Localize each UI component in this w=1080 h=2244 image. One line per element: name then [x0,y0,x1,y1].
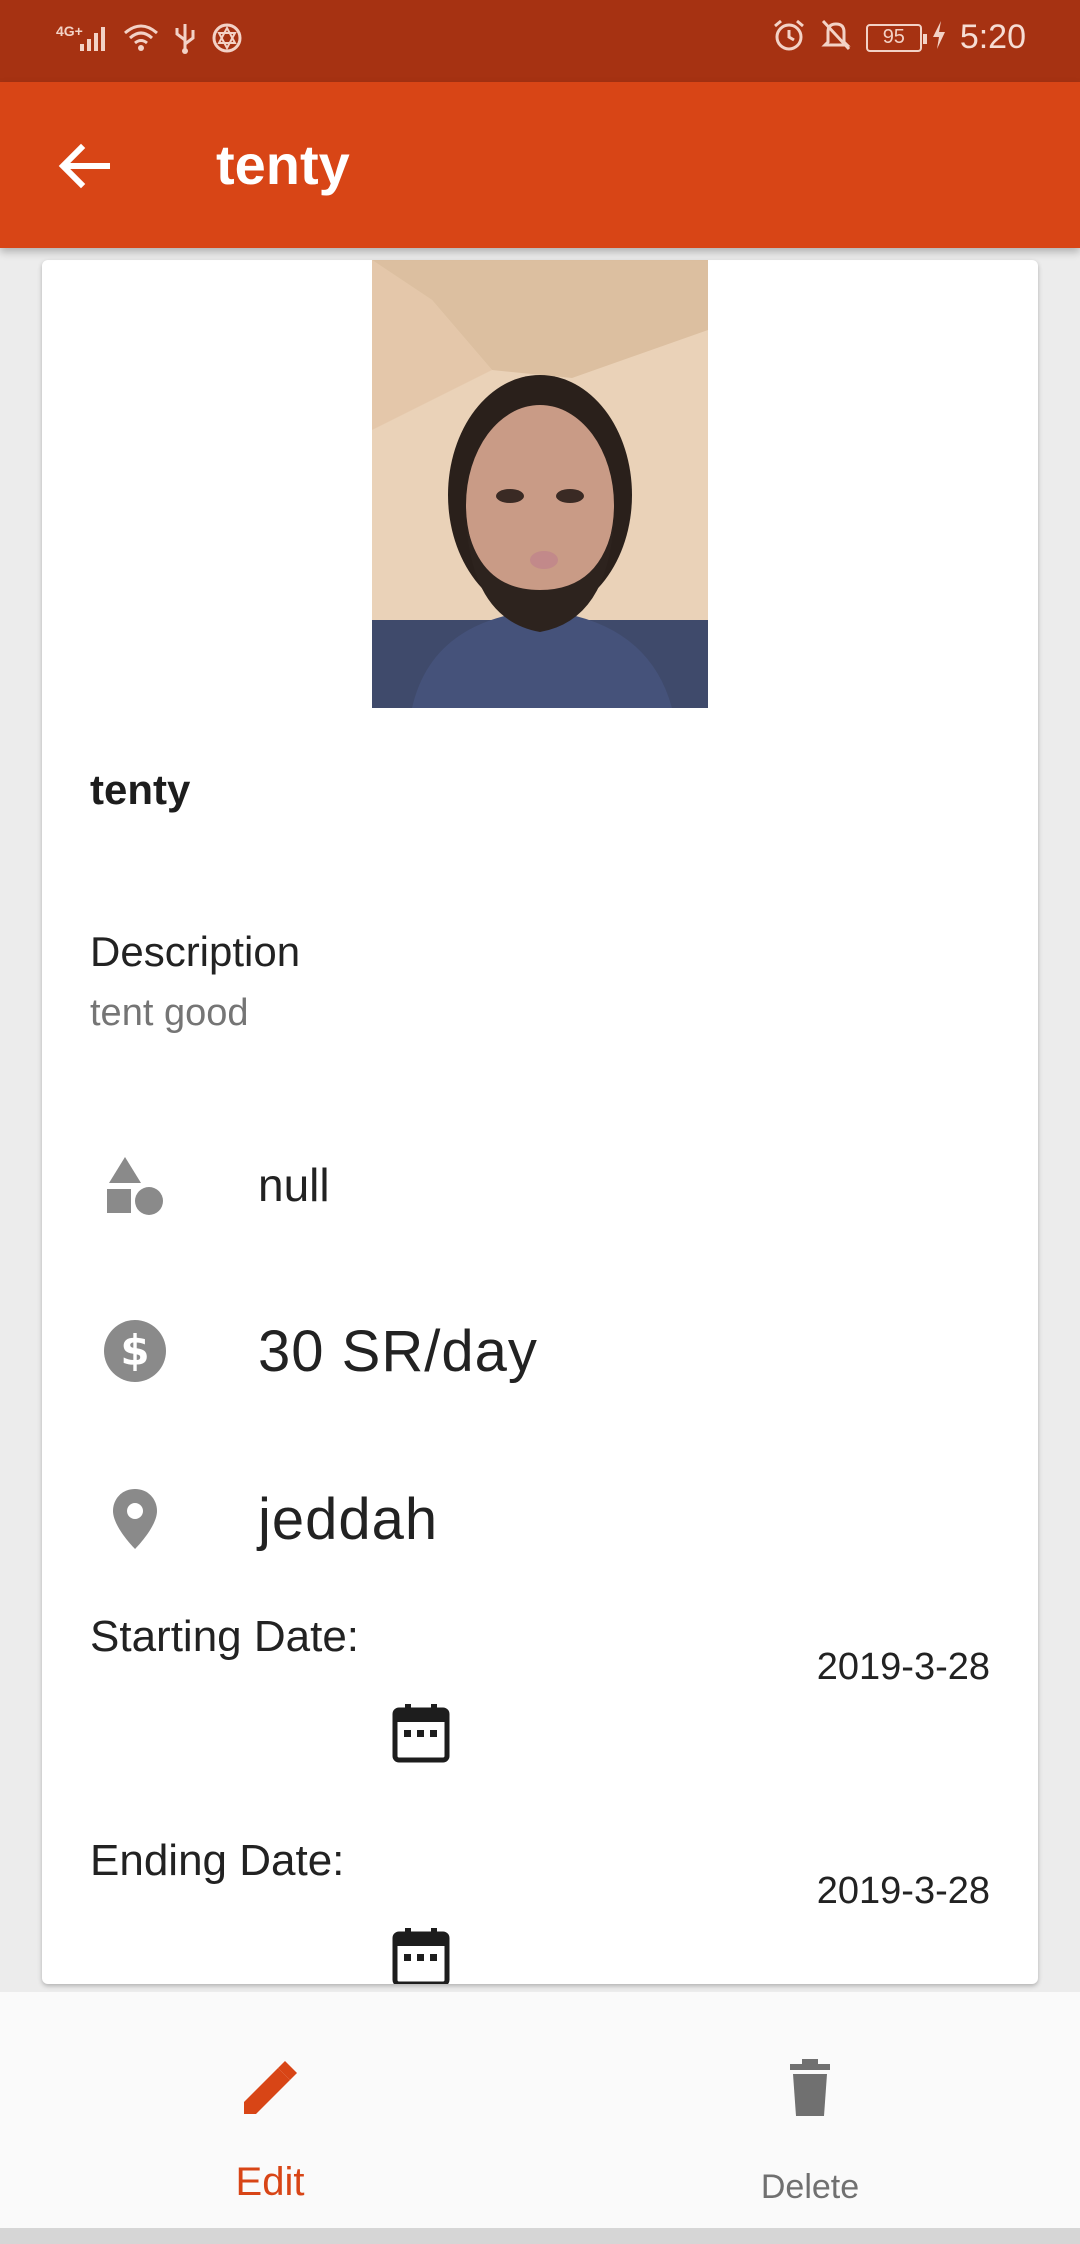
edit-button[interactable]: Edit [0,1992,540,2228]
edit-label: Edit [235,2160,305,2204]
alarm-icon [772,18,806,57]
signal-icon [79,24,109,57]
starting-date-value: 2019-3-28 [816,1646,990,1688]
delete-label: Delete [760,2168,860,2206]
back-button[interactable] [44,126,124,206]
price-value: 30 SR/day [258,1318,538,1384]
bottom-navigation: Edit Delete [0,1992,1080,2228]
arrow-back-icon [58,143,110,189]
category-icon [90,1140,180,1230]
clock: 5:20 [959,18,1026,56]
ending-date-label: Ending Date: [90,1836,345,1885]
trash-icon [786,2058,834,2123]
usb-icon [173,22,197,59]
status-bar: 4G+ 95 5:20 [0,0,1080,82]
starting-date-picker-button[interactable] [388,1700,454,1766]
page-title: tenty [216,133,350,196]
ending-date-picker-button[interactable] [388,1924,454,1984]
location-value: jeddah [258,1486,439,1552]
system-nav-strip [0,2228,1080,2244]
svg-text:$: $ [120,1326,149,1375]
description-label: Description [90,928,301,975]
ending-date-value: 2019-3-28 [816,1870,990,1912]
pencil-icon [240,2058,300,2123]
battery-icon: 95 [865,23,927,52]
wifi-icon [123,23,159,58]
app-bar: tenty [0,82,1080,248]
item-photo[interactable] [372,260,708,708]
delete-button[interactable]: Delete [540,1992,1080,2228]
location-row: jeddah [90,1474,990,1564]
category-row: null [90,1140,990,1230]
location-pin-icon [90,1474,180,1564]
mute-icon [820,18,852,57]
calendar-icon [392,1704,450,1763]
network-type: 4G+ [56,22,83,39]
calendar-icon [392,1928,450,1984]
description-value: tent good [90,992,249,1034]
item-name: tenty [90,766,191,813]
status-right: 95 5:20 [772,18,1026,57]
starting-date-label: Starting Date: [90,1612,360,1661]
charging-icon [932,20,946,55]
item-details-card: tenty Description tent good null $ 30 SR… [42,260,1038,1984]
dollar-icon: $ [90,1306,180,1396]
price-row: $ 30 SR/day [90,1306,990,1396]
app-icon [211,22,243,59]
status-left: 4G+ [56,22,243,59]
category-value: null [258,1159,330,1211]
